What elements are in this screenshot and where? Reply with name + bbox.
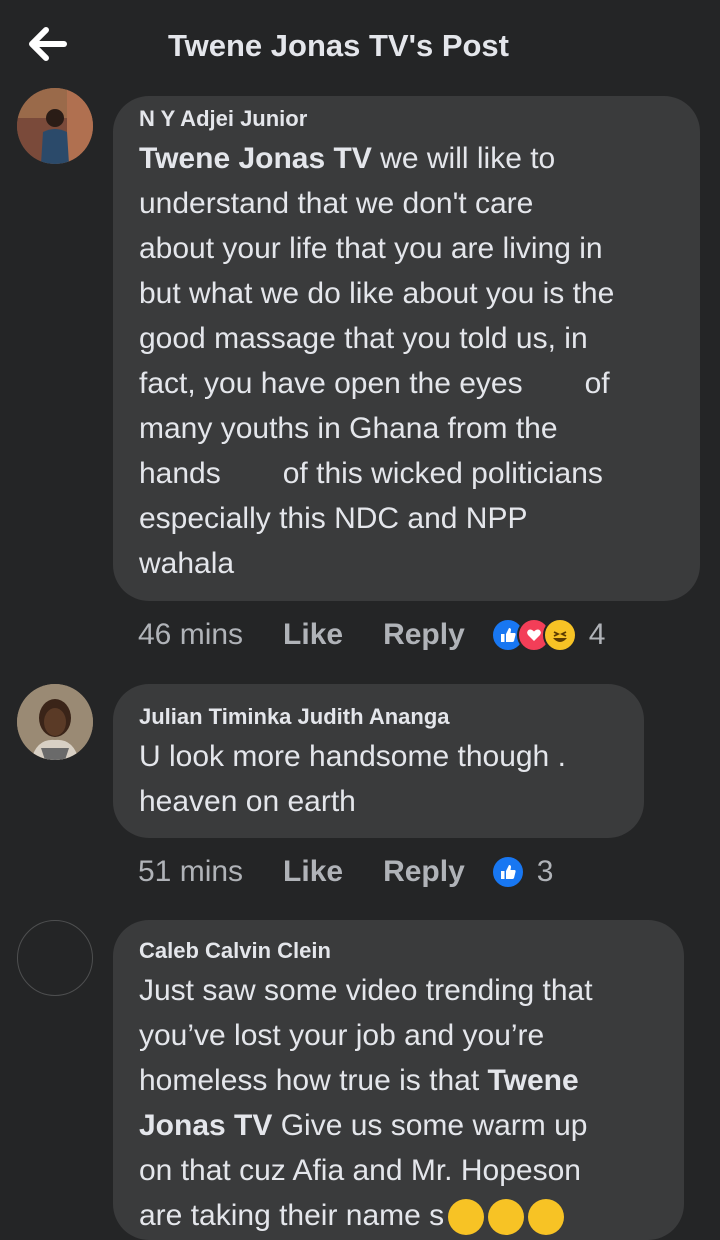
reactions-summary[interactable] <box>490 855 525 889</box>
comment-time[interactable]: 51 mins <box>138 855 243 889</box>
avatar[interactable] <box>17 88 93 164</box>
like-reaction-icon <box>490 855 525 889</box>
comment-text: Just saw some video trending that you’ve… <box>139 968 658 1238</box>
comment-time[interactable]: 46 mins <box>138 618 243 652</box>
mention-link[interactable]: Twene <box>488 1064 579 1097</box>
comment-text: U look more handsome though . heaven on … <box>139 740 566 818</box>
like-button[interactable]: Like <box>283 855 343 889</box>
reply-button[interactable]: Reply <box>383 855 465 889</box>
haha-reaction-icon <box>542 618 577 652</box>
comment-author[interactable]: N Y Adjei Junior <box>139 106 674 132</box>
comment-author[interactable]: Caleb Calvin Clein <box>139 938 658 964</box>
comment-meta: 51 mins Like Reply 3 <box>138 852 553 892</box>
comment-bubble: Julian Timinka Judith Ananga U look more… <box>113 684 644 838</box>
comment-text: Twene Jonas TV we will like to understan… <box>139 142 615 580</box>
mention-link[interactable]: Twene Jonas TV <box>139 142 372 175</box>
reaction-count: 3 <box>536 855 554 888</box>
back-arrow-icon[interactable] <box>26 26 70 62</box>
comment-bubble: N Y Adjei Junior Twene Jonas TV we will … <box>113 96 700 601</box>
laughing-emoji-icon <box>488 1199 525 1236</box>
laughing-emoji-icon <box>528 1199 565 1236</box>
comment-meta: 46 mins Like Reply 4 <box>138 615 605 655</box>
comment-author[interactable]: Julian Timinka Judith Ananga <box>139 704 618 730</box>
comment-bubble: Caleb Calvin Clein Just saw some video t… <box>113 920 684 1240</box>
mention-link[interactable]: Jonas TV <box>139 1109 272 1142</box>
laughing-emoji-icon <box>448 1199 485 1236</box>
reaction-count: 4 <box>588 618 606 651</box>
header-bar: Twene Jonas TV's Post <box>0 0 720 96</box>
like-button[interactable]: Like <box>283 618 343 652</box>
avatar[interactable] <box>17 920 93 996</box>
page-title: Twene Jonas TV's Post <box>168 28 509 63</box>
reply-button[interactable]: Reply <box>383 618 465 652</box>
reactions-summary[interactable] <box>490 618 577 652</box>
avatar[interactable] <box>17 684 93 760</box>
